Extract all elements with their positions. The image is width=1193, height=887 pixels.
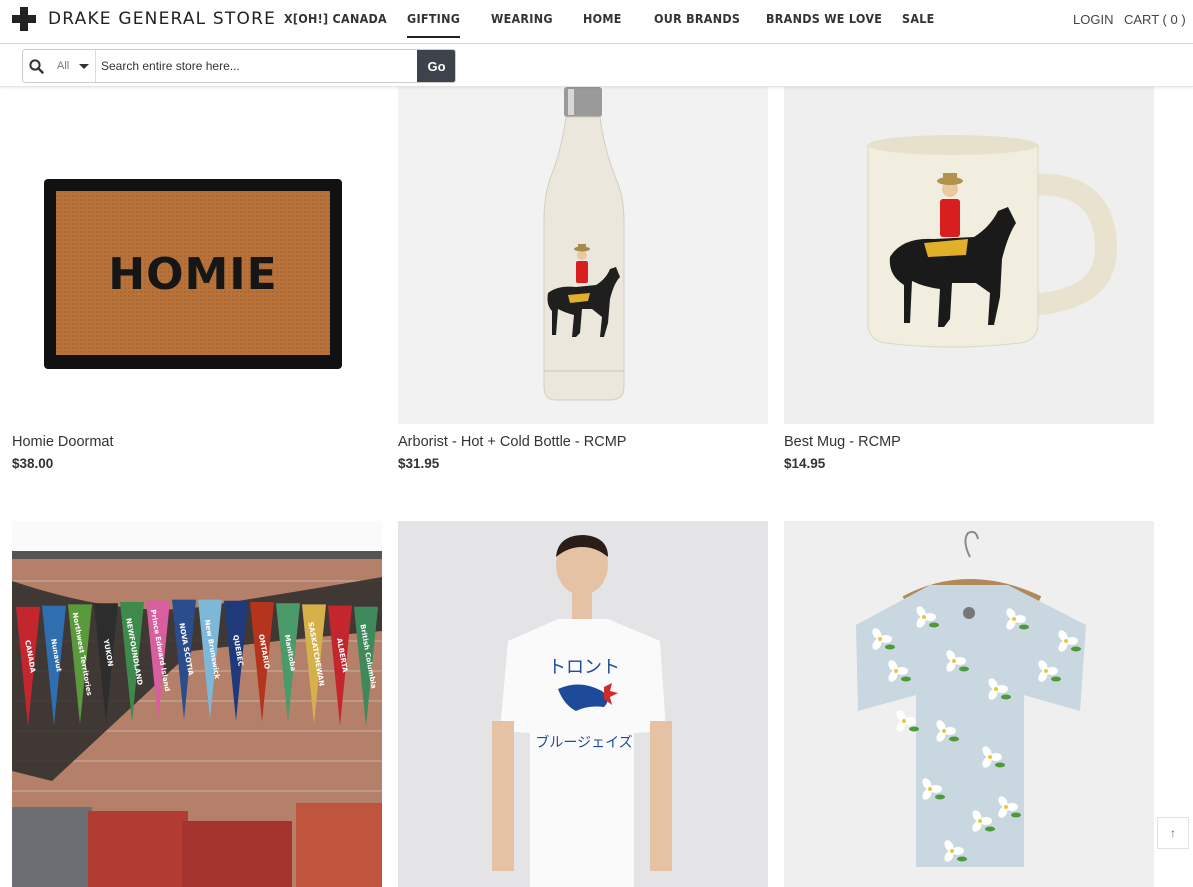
- product-image-pennants[interactable]: CANADA Nunavut Northwest Territories YUKON N…: [12, 521, 382, 887]
- product-image-bottle[interactable]: [398, 87, 768, 424]
- nav-item-home[interactable]: HOME: [583, 12, 622, 26]
- store-name: DRAKE GENERAL STORE: [48, 9, 277, 29]
- flower-print: [896, 710, 919, 732]
- product-name[interactable]: Arborist - Hot + Cold Bottle - RCMP: [398, 434, 626, 450]
- doormat-print-text: HOMIE: [108, 249, 277, 300]
- store-logo[interactable]: DRAKE GENERAL STORE: [12, 6, 276, 32]
- product-price: $38.00: [12, 456, 54, 471]
- top-navigation-bar: DRAKE GENERAL STORE X[OH!] CANADA GIFTIN…: [0, 0, 1193, 44]
- caret-down-icon: [79, 64, 89, 69]
- nav-item-gifting[interactable]: GIFTING: [407, 12, 461, 38]
- search-bar-row: All Go: [0, 45, 1193, 87]
- arrow-up-icon: ↑: [1170, 826, 1176, 840]
- search-box: All Go: [22, 49, 456, 83]
- nav-item-sale[interactable]: SALE: [902, 12, 935, 26]
- tee-print-katakana-1: トロント: [548, 657, 620, 678]
- scroll-to-top-button[interactable]: ↑: [1157, 817, 1189, 849]
- product-name[interactable]: Homie Doormat: [12, 434, 114, 450]
- product-image-mug[interactable]: [784, 87, 1154, 424]
- product-price: $31.95: [398, 456, 440, 471]
- nav-item-brands-we-love[interactable]: BRANDS WE LOVE: [766, 12, 882, 26]
- product-name[interactable]: Best Mug - RCMP: [784, 434, 901, 450]
- cross-logo-icon: [12, 7, 36, 31]
- search-input[interactable]: [96, 50, 417, 82]
- login-link[interactable]: LOGIN: [1073, 12, 1113, 27]
- cart-link[interactable]: CART ( 0 ): [1124, 12, 1186, 27]
- nav-item-wearing[interactable]: WEARING: [491, 12, 553, 26]
- product-image-bluejays-tee[interactable]: トロント ブルージェイズ: [398, 521, 768, 887]
- search-scope-label: All: [57, 60, 70, 72]
- search-go-button[interactable]: Go: [417, 50, 455, 82]
- product-price: $14.95: [784, 456, 826, 471]
- search-scope-dropdown[interactable]: All: [49, 50, 96, 82]
- nav-item-xoh-canada[interactable]: X[OH!] CANADA: [284, 12, 387, 26]
- nav-item-our-brands[interactable]: OUR BRANDS: [654, 12, 740, 26]
- tee-print-katakana-2: ブルージェイズ: [535, 734, 632, 751]
- search-icon[interactable]: [23, 50, 49, 82]
- product-image-doormat[interactable]: HOMIE: [12, 87, 382, 424]
- product-image-floral-tee[interactable]: [784, 521, 1154, 887]
